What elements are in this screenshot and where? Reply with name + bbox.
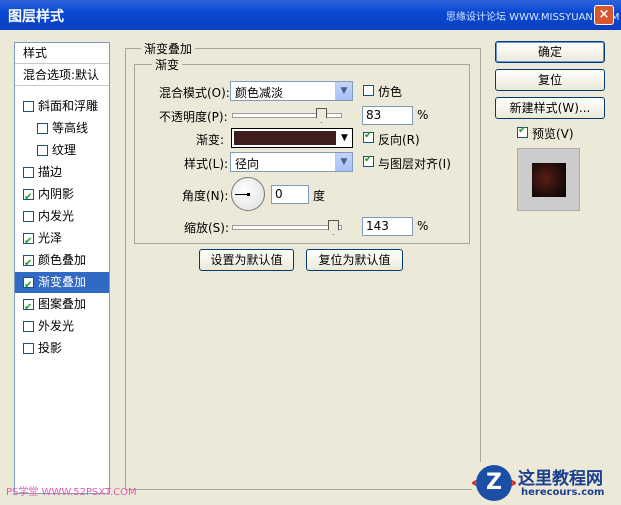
style-item[interactable]: 外发光: [15, 316, 109, 337]
scale-unit: %: [417, 219, 429, 233]
logo-badge: Z: [476, 465, 512, 501]
style-item-label: 光泽: [38, 231, 63, 245]
chevron-down-icon: ▼: [335, 82, 352, 100]
set-default-button[interactable]: 设置为默认值: [199, 249, 294, 271]
style-item-checkbox[interactable]: [23, 187, 34, 208]
scale-slider-thumb[interactable]: [328, 220, 339, 235]
style-item-label: 内发光: [38, 209, 75, 223]
styles-header[interactable]: 样式: [15, 43, 109, 64]
chevron-down-icon: ▼: [335, 153, 352, 171]
footer-watermark: PS学堂 WWW.52PSXT.COM: [6, 487, 137, 498]
opacity-unit: %: [417, 108, 429, 122]
title-bar: 图层样式 思缘设计论坛 WWW.MISSYUAN.COM ×: [0, 0, 621, 30]
scale-label: 缩放(S):: [184, 221, 230, 235]
style-item-checkbox[interactable]: [23, 253, 34, 274]
style-item[interactable]: 描边: [15, 162, 109, 183]
dither-checkbox[interactable]: [363, 85, 374, 96]
scale-slider[interactable]: [232, 220, 342, 235]
style-select[interactable]: 径向 ▼: [230, 152, 353, 172]
style-item[interactable]: 纹理: [15, 140, 109, 161]
angle-dial-center: [247, 193, 250, 196]
style-item-label: 外发光: [38, 319, 75, 333]
style-item-checkbox[interactable]: [23, 343, 34, 354]
style-item-label: 投影: [38, 341, 63, 355]
style-item[interactable]: 渐变叠加: [15, 272, 109, 296]
style-item-label: 渐变叠加: [38, 275, 87, 289]
dither-label: 仿色: [378, 85, 403, 99]
preview-checkbox[interactable]: [517, 125, 528, 138]
gradient-group-title: 渐变: [152, 56, 183, 73]
style-item-checkbox[interactable]: [23, 275, 34, 296]
style-item-label: 描边: [38, 165, 63, 179]
opacity-input[interactable]: 83: [362, 106, 413, 125]
reset-button[interactable]: 复位: [495, 69, 605, 91]
style-item[interactable]: 斜面和浮雕: [15, 96, 109, 117]
close-button[interactable]: ×: [594, 5, 614, 25]
logo-url: herecours.com: [521, 487, 605, 498]
preview-label: 预览(V): [532, 127, 574, 141]
style-item-checkbox[interactable]: [23, 211, 34, 222]
gradient-picker[interactable]: ▼: [231, 128, 353, 148]
reverse-checkbox[interactable]: [363, 130, 374, 143]
style-item-label: 内阴影: [38, 187, 75, 201]
chevron-down-icon[interactable]: ▼: [337, 129, 352, 147]
site-logo: Z 这里教程网 herecours.com: [472, 462, 620, 505]
angle-unit: 度: [313, 189, 326, 203]
style-item-label: 斜面和浮雕: [38, 99, 99, 113]
style-value: 径向: [235, 157, 260, 171]
blend-mode-value: 颜色减淡: [235, 86, 284, 100]
style-item-label: 等高线: [52, 121, 89, 135]
style-item[interactable]: 颜色叠加: [15, 250, 109, 274]
dialog-body: 样式 混合选项:默认 斜面和浮雕等高线纹理描边内阴影内发光光泽颜色叠加渐变叠加图…: [0, 30, 621, 505]
style-item-checkbox[interactable]: [37, 145, 48, 156]
blend-mode-label: 混合模式(O):: [159, 86, 230, 100]
gradient-overlay-title: 渐变叠加: [141, 40, 196, 57]
new-style-button[interactable]: 新建样式(W)...: [495, 97, 605, 119]
angle-dial[interactable]: [231, 177, 265, 211]
opacity-slider-thumb[interactable]: [316, 108, 327, 123]
style-item-label: 图案叠加: [38, 297, 87, 311]
style-item[interactable]: 光泽: [15, 228, 109, 252]
style-preview-swatch: [532, 163, 566, 197]
gradient-label: 渐变:: [196, 133, 225, 147]
align-with-layer-label: 与图层对齐(I): [378, 157, 451, 171]
style-item-label: 纹理: [52, 143, 77, 157]
style-item-checkbox[interactable]: [37, 123, 48, 134]
angle-input[interactable]: 0: [271, 185, 309, 204]
logo-title: 这里教程网: [518, 469, 603, 489]
style-item-label: 颜色叠加: [38, 253, 87, 267]
style-label: 样式(L):: [184, 157, 229, 171]
style-item-checkbox[interactable]: [23, 297, 34, 318]
style-preview-thumbnail: [517, 148, 580, 211]
opacity-label: 不透明度(P):: [159, 110, 228, 124]
reverse-label: 反向(R): [378, 133, 420, 147]
angle-label: 角度(N):: [182, 189, 229, 203]
scale-slider-track: [232, 225, 342, 230]
style-item-checkbox[interactable]: [23, 101, 34, 112]
reset-default-button[interactable]: 复位为默认值: [306, 249, 403, 271]
ok-button[interactable]: 确定: [495, 41, 605, 63]
style-item-checkbox[interactable]: [23, 231, 34, 252]
style-item[interactable]: 投影: [15, 338, 109, 359]
scale-input[interactable]: 143: [362, 217, 413, 236]
styles-list: 样式 混合选项:默认 斜面和浮雕等高线纹理描边内阴影内发光光泽颜色叠加渐变叠加图…: [14, 42, 110, 494]
style-item[interactable]: 内阴影: [15, 184, 109, 208]
window-title: 图层样式: [8, 9, 64, 25]
blend-options-item[interactable]: 混合选项:默认: [15, 65, 109, 86]
style-item-checkbox[interactable]: [23, 321, 34, 332]
blend-mode-select[interactable]: 颜色减淡 ▼: [230, 81, 353, 101]
style-item[interactable]: 等高线: [15, 118, 109, 139]
style-item[interactable]: 图案叠加: [15, 294, 109, 318]
style-item-checkbox[interactable]: [23, 167, 34, 178]
style-item[interactable]: 内发光: [15, 206, 109, 227]
gradient-preview[interactable]: [234, 131, 336, 145]
opacity-slider[interactable]: [232, 108, 342, 123]
align-with-layer-checkbox[interactable]: [363, 154, 374, 167]
